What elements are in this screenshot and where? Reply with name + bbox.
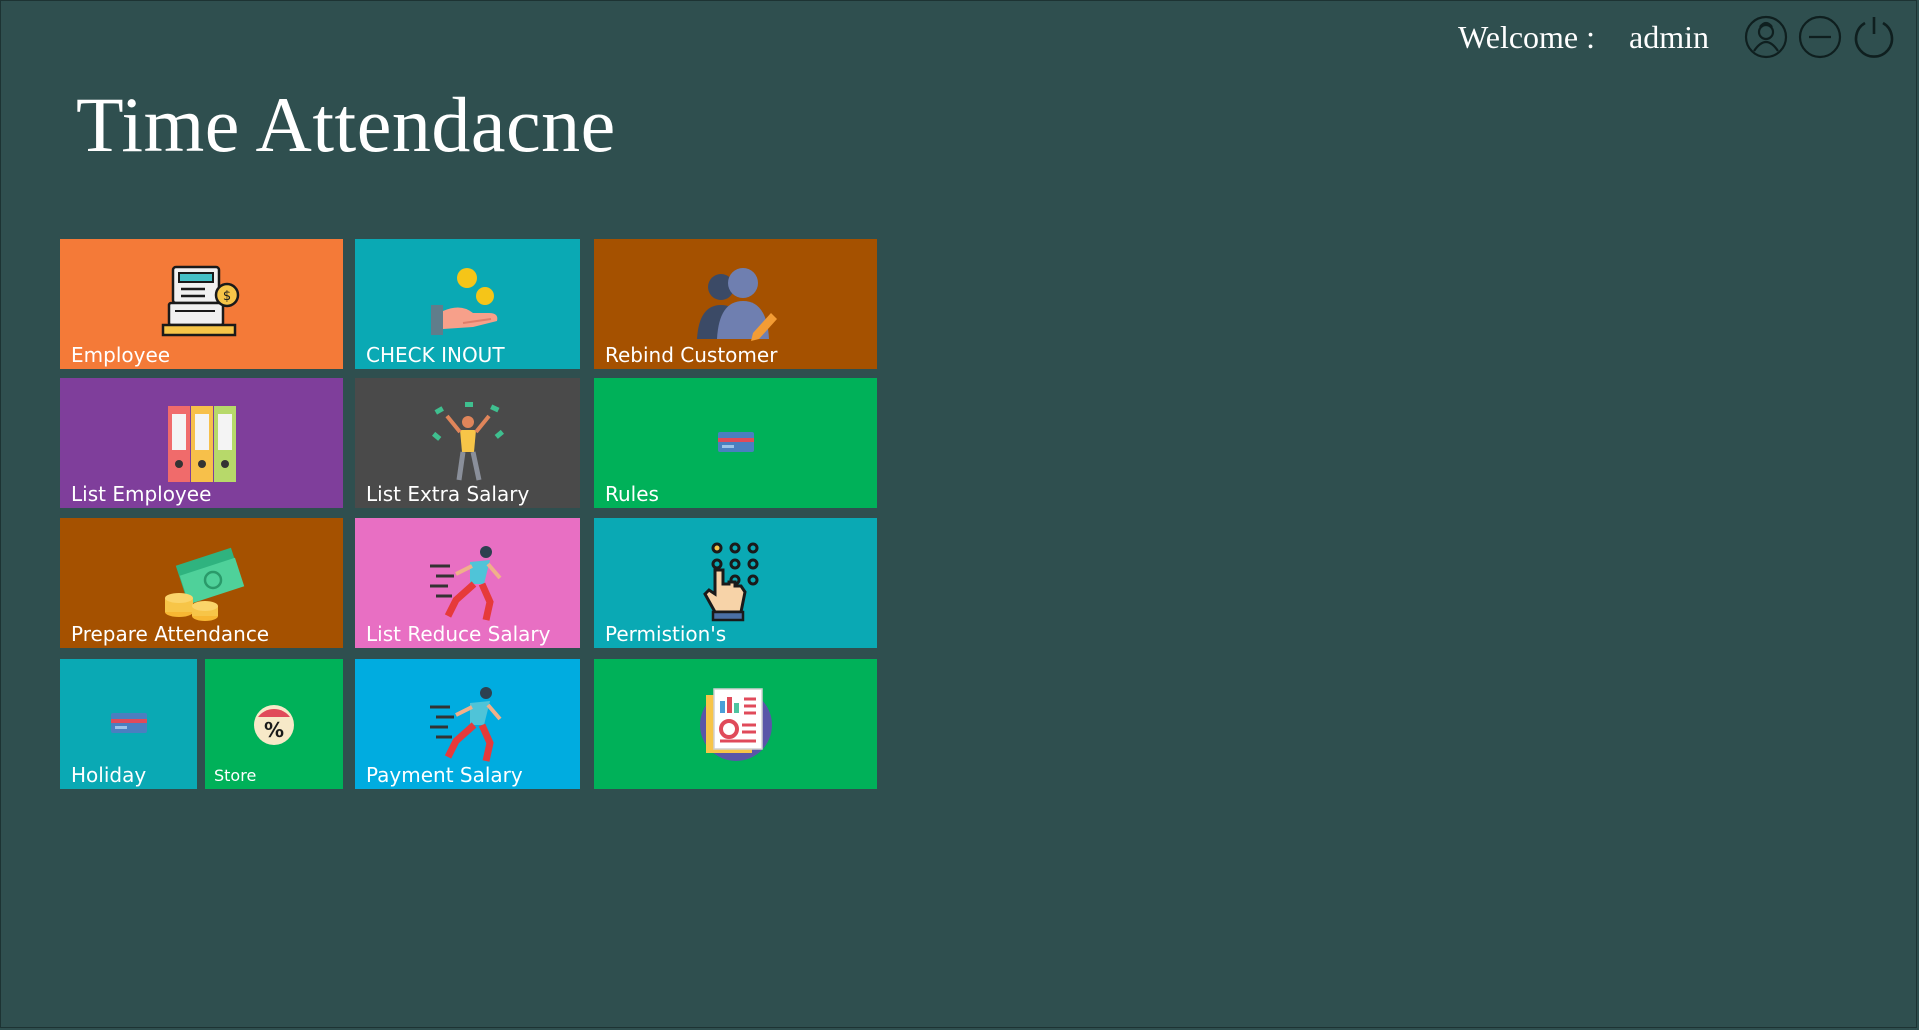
tile-rules[interactable]: Rules [594, 378, 877, 508]
binders-icon [167, 406, 236, 482]
running-person-icon [429, 687, 502, 762]
tile-check-inout[interactable]: CHECK INOUT [355, 239, 580, 369]
tile-label-rebind-customer: Rebind Customer [605, 343, 778, 367]
tile-list-extra-salary[interactable]: List Extra Salary [355, 378, 580, 508]
tile-holiday[interactable]: Holiday [60, 659, 197, 789]
tile-list-reduce-salary[interactable]: List Reduce Salary [355, 518, 580, 648]
top-bar: Welcome : admin [1458, 14, 1897, 60]
tile-label-rules: Rules [605, 482, 659, 506]
tile-list-employee[interactable]: List Employee [60, 378, 343, 508]
cash-register-icon: $ [161, 265, 239, 337]
hand-coins-icon [430, 268, 497, 335]
keypad-hand-icon [702, 542, 758, 622]
running-person-icon [429, 546, 502, 621]
tile-label-payment-salary: Payment Salary [366, 763, 523, 787]
celebrating-person-icon [431, 402, 504, 481]
welcome-label: Welcome : [1458, 18, 1596, 55]
svg-text:$: $ [222, 289, 230, 304]
discount-calendar-icon: % [254, 705, 294, 745]
tile-label-store: Store [214, 766, 257, 785]
tile-label-list-employee: List Employee [71, 482, 212, 506]
username: admin [1629, 18, 1709, 55]
users-edit-icon [696, 268, 777, 341]
svg-text:%: % [264, 718, 284, 742]
tile-label-prepare-attendance: Prepare Attendance [71, 622, 270, 646]
tile-store[interactable]: % Store [205, 659, 343, 789]
tile-prepare-attendance[interactable]: Prepare Attendance [60, 518, 343, 648]
tile-label-list-extra-salary: List Extra Salary [366, 482, 530, 506]
tile-label-list-reduce-salary: List Reduce Salary [366, 622, 551, 646]
tile-label-check-inout: CHECK INOUT [366, 343, 505, 367]
report-icon [699, 688, 772, 761]
minimize-icon[interactable] [1797, 14, 1843, 60]
card-icon [717, 432, 754, 452]
tile-report[interactable] [594, 659, 877, 789]
tile-label-holiday: Holiday [71, 763, 147, 787]
tile-permissions[interactable]: Permistion's [594, 518, 877, 648]
tile-employee[interactable]: $ Employee [60, 239, 343, 369]
tile-label-permissions: Permistion's [605, 622, 727, 646]
card-icon [110, 713, 147, 733]
money-coins-icon [164, 547, 244, 621]
tile-rebind-customer[interactable]: Rebind Customer [594, 239, 877, 369]
page-title: Time Attendacne [76, 81, 616, 168]
user-icon[interactable] [1743, 14, 1789, 60]
power-icon[interactable] [1851, 14, 1897, 60]
tile-payment-salary[interactable]: Payment Salary [355, 659, 580, 789]
tile-label-employee: Employee [71, 343, 171, 367]
